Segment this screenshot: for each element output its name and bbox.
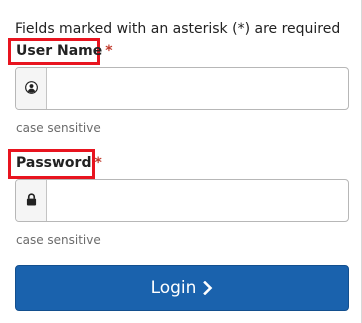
username-label: User Name * (16, 42, 113, 60)
username-required-asterisk: * (105, 43, 113, 59)
password-input-group (15, 179, 349, 222)
user-circle-icon (24, 79, 38, 98)
password-label: Password * (16, 154, 102, 172)
username-help-text: case sensitive (16, 121, 101, 135)
login-button-label: Login (150, 278, 197, 298)
username-addon (16, 68, 47, 109)
chevron-right-icon (203, 281, 213, 295)
password-label-text: Password (16, 155, 92, 171)
lock-icon (26, 191, 37, 210)
username-label-text: User Name (16, 43, 103, 59)
password-input[interactable] (47, 180, 348, 221)
password-help-text: case sensitive (16, 233, 101, 247)
password-addon (16, 180, 47, 221)
required-fields-note: Fields marked with an asterisk (*) are r… (15, 21, 341, 37)
password-required-asterisk: * (94, 155, 102, 171)
username-input-group (15, 67, 349, 110)
username-input[interactable] (47, 68, 348, 109)
login-form: Fields marked with an asterisk (*) are r… (0, 0, 362, 323)
login-button[interactable]: Login (15, 265, 349, 311)
